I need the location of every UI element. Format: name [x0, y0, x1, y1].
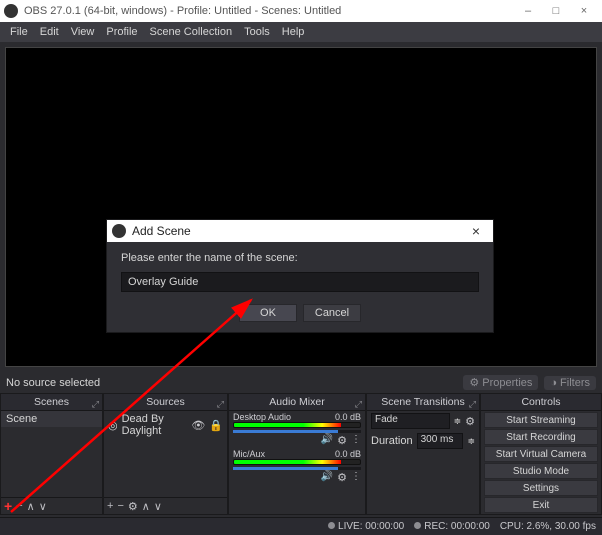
menu-scene-collection[interactable]: Scene Collection [146, 24, 237, 40]
start-virtual-camera-button[interactable]: Start Virtual Camera [484, 446, 598, 462]
stepper-icon[interactable]: ≑ [467, 436, 475, 447]
window-maximize-button[interactable]: □ [542, 0, 570, 22]
transitions-title: Scene Transitions [381, 396, 464, 408]
menu-tools[interactable]: Tools [240, 24, 274, 40]
sources-title: Sources [146, 396, 185, 408]
kebab-icon[interactable]: ⋮ [351, 434, 361, 447]
track-settings-icon[interactable]: ⚙ [337, 434, 347, 447]
scene-transitions-dock: Scene Transitions ⤢ Fade ≑ ⚙ Duration 300… [366, 393, 480, 515]
transition-select[interactable]: Fade [371, 413, 450, 429]
menu-view[interactable]: View [67, 24, 99, 40]
mixer-track-db: 0.0 dB [335, 449, 361, 459]
mixer-track-name: Desktop Audio [233, 412, 291, 422]
mixer-track-name: Mic/Aux [233, 449, 265, 459]
speaker-icon[interactable]: 🔊 [321, 471, 333, 484]
audio-meter [233, 422, 361, 428]
cancel-button[interactable]: Cancel [303, 304, 361, 322]
speaker-icon[interactable]: 🔊 [321, 434, 333, 447]
ok-button[interactable]: OK [239, 304, 297, 322]
live-status-dot [328, 522, 335, 529]
dock-popout-icon[interactable]: ⤢ [92, 396, 99, 413]
settings-button[interactable]: Settings [484, 480, 598, 496]
rec-status: REC: 00:00:00 [424, 521, 490, 532]
stepper-icon[interactable]: ≑ [454, 416, 462, 427]
volume-slider[interactable] [233, 467, 361, 470]
dock-popout-icon[interactable]: ⤢ [355, 396, 362, 413]
controls-title: Controls [521, 396, 560, 408]
menu-file[interactable]: File [6, 24, 32, 40]
lock-icon[interactable]: 🔒 [209, 419, 223, 432]
audio-meter [233, 459, 361, 465]
rec-status-dot [414, 522, 421, 529]
add-scene-dialog: Add Scene × Please enter the name of the… [106, 219, 494, 333]
start-recording-button[interactable]: Start Recording [484, 429, 598, 445]
duration-input[interactable]: 300 ms [417, 433, 464, 449]
dock-popout-icon[interactable]: ⤢ [217, 396, 224, 413]
properties-button[interactable]: ⚙Properties [463, 375, 538, 390]
scenes-dock: Scenes ⤢ Scene + − ∧ ∨ [0, 393, 103, 515]
status-bar: LIVE: 00:00:00 REC: 00:00:00 CPU: 2.6%, … [0, 517, 602, 535]
filters-icon: ◑ [550, 377, 557, 389]
window-titlebar: OBS 27.0.1 (64-bit, windows) - Profile: … [0, 0, 602, 22]
sources-dock: Sources⤢ ◎ Dead By Daylight 👁 🔒 + − ⚙ ∧ … [103, 393, 228, 515]
dialog-close-button[interactable]: × [464, 223, 488, 239]
cpu-status: CPU: 2.6%, 30.00 fps [500, 521, 596, 532]
track-settings-icon[interactable]: ⚙ [337, 471, 347, 484]
volume-slider[interactable] [233, 430, 361, 433]
remove-scene-button[interactable]: − [16, 500, 22, 512]
visibility-icon[interactable]: 👁 [191, 419, 205, 432]
source-settings-button[interactable]: ⚙ [128, 500, 138, 513]
window-minimize-button[interactable]: – [514, 0, 542, 22]
scenes-title: Scenes [34, 396, 69, 408]
start-streaming-button[interactable]: Start Streaming [484, 412, 598, 428]
menu-help[interactable]: Help [278, 24, 309, 40]
dock-popout-icon[interactable]: ⤢ [469, 396, 476, 413]
remove-source-button[interactable]: − [117, 500, 123, 512]
source-up-button[interactable]: ∧ [142, 500, 150, 513]
add-source-button[interactable]: + [107, 500, 113, 512]
source-label: Dead By Daylight [122, 413, 188, 437]
mixer-title: Audio Mixer [269, 396, 324, 408]
dialog-title: Add Scene [132, 224, 191, 238]
add-scene-button[interactable]: + [4, 498, 12, 514]
menubar: File Edit View Profile Scene Collection … [0, 22, 602, 42]
controls-dock: Controls Start Streaming Start Recording… [480, 393, 602, 515]
no-source-label: No source selected [6, 377, 100, 389]
transition-settings-icon[interactable]: ⚙ [465, 415, 475, 428]
dialog-prompt: Please enter the name of the scene: [121, 252, 479, 264]
source-item[interactable]: ◎ Dead By Daylight 👁 🔒 [104, 411, 227, 439]
live-status: LIVE: 00:00:00 [338, 521, 404, 532]
scene-item[interactable]: Scene [1, 411, 102, 427]
menu-edit[interactable]: Edit [36, 24, 63, 40]
filters-button[interactable]: ◑Filters [544, 376, 596, 390]
window-close-button[interactable]: × [570, 0, 598, 22]
dialog-icon [112, 224, 126, 238]
source-type-icon: ◎ [108, 419, 118, 432]
studio-mode-button[interactable]: Studio Mode [484, 463, 598, 479]
kebab-icon[interactable]: ⋮ [351, 471, 361, 484]
source-down-button[interactable]: ∨ [154, 500, 162, 513]
app-icon [4, 4, 18, 18]
scene-up-button[interactable]: ∧ [27, 500, 35, 513]
audio-mixer-dock: Audio Mixer ⤢ Desktop Audio 0.0 dB 🔊 ⚙ ⋮ Mi… [228, 393, 366, 515]
exit-button[interactable]: Exit [484, 497, 598, 513]
scene-name-input[interactable] [121, 272, 479, 292]
window-title: OBS 27.0.1 (64-bit, windows) - Profile: … [24, 5, 341, 17]
scene-down-button[interactable]: ∨ [39, 500, 47, 513]
menu-profile[interactable]: Profile [102, 24, 141, 40]
mixer-track-db: 0.0 dB [335, 412, 361, 422]
duration-label: Duration [371, 435, 413, 447]
gear-icon: ⚙ [469, 376, 479, 389]
